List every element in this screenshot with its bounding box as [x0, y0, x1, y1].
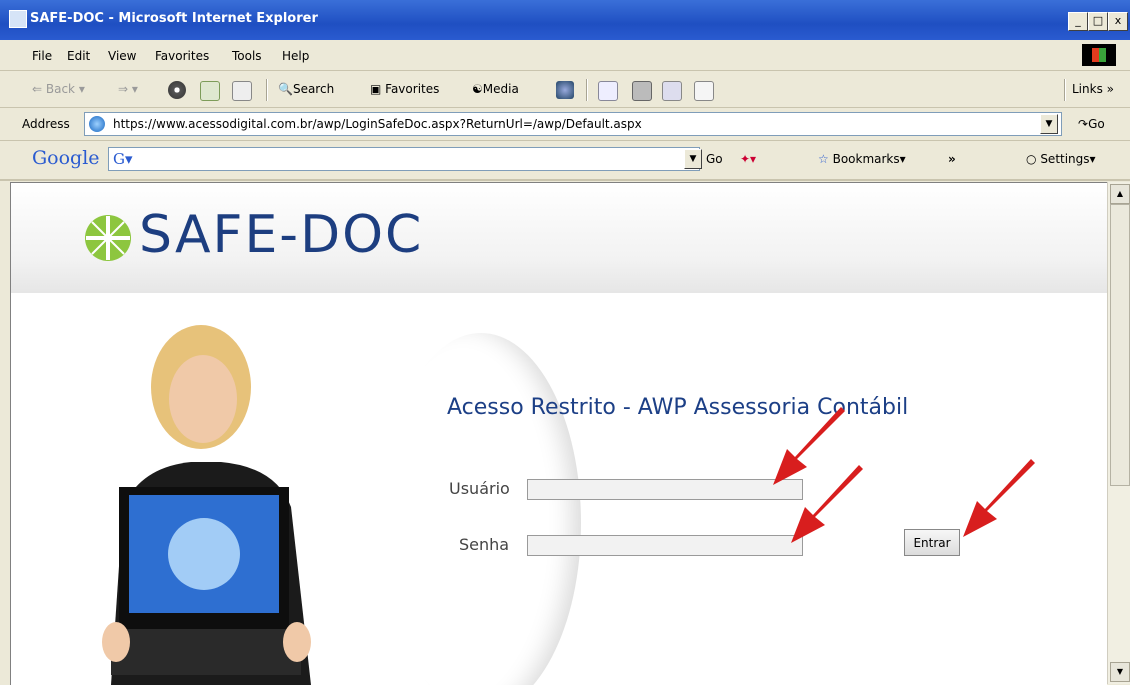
windows-logo: [1082, 44, 1116, 66]
forward-button[interactable]: ⇒ ▾: [118, 82, 138, 96]
google-logo: Google: [32, 147, 100, 169]
menu-help[interactable]: Help: [282, 49, 309, 63]
chevron-more-icon[interactable]: »: [948, 152, 956, 166]
user-label: Usuário: [449, 479, 510, 498]
edit-icon[interactable]: [662, 81, 682, 101]
google-dropdown-icon[interactable]: ▼: [684, 149, 702, 169]
window-titlebar: SAFE-DOC - Microsoft Internet Explorer _…: [0, 0, 1130, 40]
menu-view[interactable]: View: [108, 49, 136, 63]
address-go-button[interactable]: ↷Go: [1078, 117, 1105, 131]
woman-with-laptop-image: [102, 325, 311, 685]
password-input[interactable]: [527, 535, 803, 556]
google-g-icon[interactable]: G▾: [113, 150, 133, 168]
media-label: Media: [482, 82, 519, 96]
login-area: Acesso Restrito - AWP Assessoria Contábi…: [11, 293, 1107, 685]
favorites-button[interactable]: ▣ Favorites: [370, 82, 439, 96]
address-bar: Address https://www.acessodigital.com.br…: [0, 108, 1130, 141]
back-button[interactable]: ⇐ Back ▾: [32, 82, 85, 96]
user-input[interactable]: [527, 479, 803, 500]
media-button[interactable]: ☯Media: [472, 82, 519, 96]
address-dropdown-icon[interactable]: ▼: [1040, 114, 1058, 134]
settings-circle-icon: ○: [1026, 152, 1037, 166]
address-url[interactable]: https://www.acessodigital.com.br/awp/Log…: [113, 117, 642, 131]
links-label: Links: [1072, 82, 1103, 96]
search-button[interactable]: 🔍Search: [278, 82, 334, 96]
settings-label: Settings: [1040, 152, 1090, 166]
maximize-button[interactable]: □: [1088, 12, 1108, 31]
back-label: Back: [45, 82, 76, 96]
window-title: SAFE-DOC - Microsoft Internet Explorer: [30, 11, 318, 26]
star-icon: ☆: [818, 152, 829, 166]
refresh-icon[interactable]: [200, 81, 220, 101]
decorative-curve: [381, 333, 581, 685]
scroll-down-icon[interactable]: ▼: [1110, 662, 1130, 682]
address-input[interactable]: https://www.acessodigital.com.br/awp/Log…: [84, 112, 1062, 136]
stop-icon[interactable]: [168, 81, 186, 99]
google-toolbar: Google G▾ ▼ Go ✦▾ ☆ Bookmarks▾ » ○ Setti…: [0, 141, 1130, 181]
google-logo-text: Google: [32, 147, 100, 169]
menu-tools[interactable]: Tools: [232, 49, 262, 63]
menu-bar: File Edit View Favorites Tools Help: [0, 40, 1130, 71]
bookmarks-label: Bookmarks: [832, 152, 900, 166]
print-icon[interactable]: [632, 81, 652, 101]
address-go-label: Go: [1088, 117, 1105, 131]
favorites-label: Favorites: [385, 82, 440, 96]
links-button[interactable]: Links »: [1072, 82, 1114, 96]
bookmarks-button[interactable]: ☆ Bookmarks▾: [818, 152, 906, 166]
discuss-icon[interactable]: [694, 81, 714, 101]
safe-doc-logo-text: SAFE-DOC: [139, 205, 424, 265]
scroll-up-icon[interactable]: ▲: [1110, 184, 1130, 204]
scrollbar-thumb[interactable]: [1110, 204, 1130, 486]
address-label: Address: [22, 117, 70, 131]
minimize-button[interactable]: _: [1068, 12, 1088, 31]
ie-icon: [9, 10, 27, 28]
site-header: SAFE-DOC: [11, 183, 1107, 293]
login-button[interactable]: Entrar: [904, 529, 960, 556]
page-icon: [89, 116, 105, 132]
google-options-icon[interactable]: ✦▾: [740, 152, 756, 166]
mail-icon[interactable]: [598, 81, 618, 101]
close-button[interactable]: x: [1108, 12, 1128, 31]
search-label: Search: [292, 82, 335, 96]
safe-doc-logo-icon: [85, 215, 131, 261]
menu-favorites[interactable]: Favorites: [155, 49, 209, 63]
google-search-input[interactable]: G▾: [108, 147, 700, 171]
home-icon[interactable]: [232, 81, 252, 101]
standard-toolbar: ⇐ Back ▾ ⇒ ▾ 🔍Search ▣ Favorites ☯Media …: [0, 71, 1130, 108]
password-label: Senha: [459, 535, 510, 554]
menu-edit[interactable]: Edit: [67, 49, 90, 63]
google-go-button[interactable]: Go: [706, 152, 723, 166]
settings-button[interactable]: ○ Settings▾: [1026, 152, 1096, 166]
menu-file[interactable]: File: [32, 49, 52, 63]
history-icon[interactable]: [556, 81, 574, 99]
red-arrow-icon: [963, 459, 1035, 537]
web-content: SAFE-DOC Acesso Restrito - AWP Assessori…: [10, 182, 1107, 685]
red-arrow-icon: [791, 465, 863, 543]
vertical-scrollbar[interactable]: ▲ ▼: [1107, 182, 1130, 684]
